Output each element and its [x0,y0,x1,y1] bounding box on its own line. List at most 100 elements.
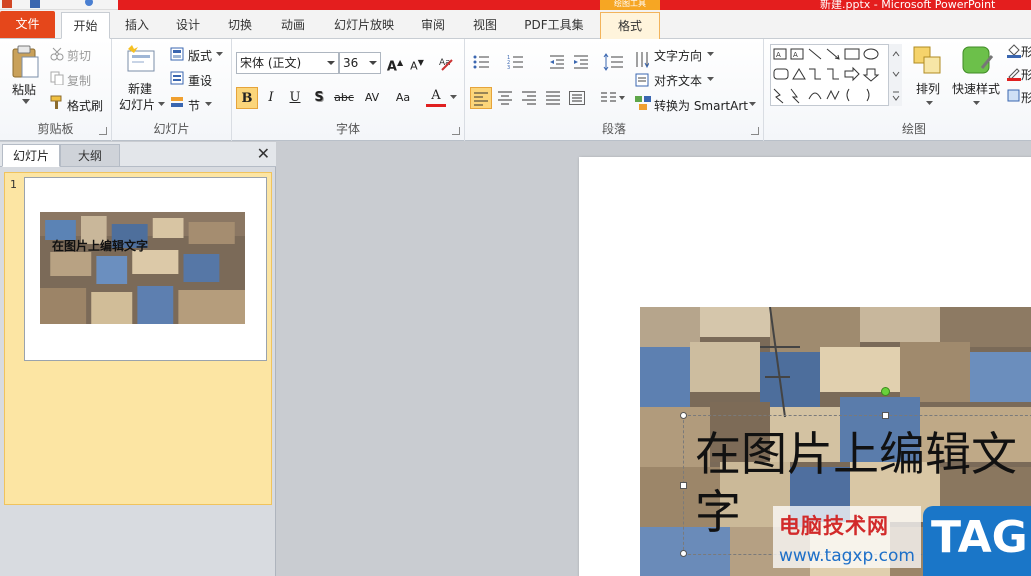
text-direction-button[interactable]: 文字方向 [654,47,702,64]
tab-format[interactable]: 格式 [600,12,660,39]
section-button[interactable]: 节 [188,97,200,114]
columns-icon [601,92,625,102]
new-slide-icon[interactable] [124,45,156,75]
rotate-handle[interactable] [881,387,890,396]
convert-smartart-button[interactable]: 转换为 SmartArt [654,97,748,114]
tab-home[interactable]: 开始 [61,12,110,39]
watermark-tag-text: TAG [931,512,1028,563]
tab-review[interactable]: 审阅 [411,12,455,39]
chevron-down-icon[interactable] [749,102,756,107]
tab-transitions[interactable]: 切换 [218,12,262,39]
align-left-button[interactable] [470,87,492,109]
chevron-down-icon[interactable] [707,52,714,57]
quick-styles-icon[interactable] [962,44,994,78]
tab-slideshow[interactable]: 幻灯片放映 [325,12,403,39]
arrange-icon[interactable] [912,45,946,79]
copy-button[interactable]: 复制 [67,72,91,89]
tab-outline-panel[interactable]: 大纲 [60,144,120,167]
reset-button[interactable]: 重设 [188,72,212,89]
pen-outline-icon [1007,68,1021,81]
font-group-label: 字体 [335,122,360,136]
grow-font-button[interactable]: A▲ [384,52,406,74]
group-drawing: A A 排列 快速样式 形 形 形 绘图 [764,39,1031,141]
justify-button[interactable] [542,87,564,109]
italic-button[interactable]: I [260,87,282,109]
underline-button[interactable]: U [284,87,306,109]
tab-file[interactable]: 文件 [0,11,55,38]
resize-handle-top[interactable] [882,412,889,419]
text-direction-icon[interactable] [635,51,649,69]
align-right-button[interactable] [518,87,540,109]
tab-animations[interactable]: 动画 [271,12,315,39]
chevron-down-icon[interactable] [205,102,212,107]
format-painter-icon [50,95,62,109]
chevron-down-icon[interactable] [926,101,933,106]
shrink-font-button[interactable]: A▼ [406,52,428,74]
resize-handle-top-left[interactable] [680,412,687,419]
clear-formatting-icon[interactable]: Aa [438,54,456,72]
shape-effects-button[interactable]: 形 [1021,89,1031,106]
decrease-indent-icon[interactable] [549,54,565,70]
chevron-down-icon[interactable] [216,52,223,57]
copy-icon [50,71,64,85]
tab-insert[interactable]: 插入 [115,12,159,39]
powerpoint-icon [2,0,12,8]
character-spacing-button[interactable]: AV [359,87,385,109]
cut-button[interactable]: 剪切 [67,47,91,64]
arrange-button[interactable]: 排列 [916,80,940,97]
bullets-icon[interactable] [473,54,491,70]
chevron-down-icon[interactable] [973,101,980,106]
bold-button[interactable]: B [236,87,258,109]
increase-indent-icon[interactable] [573,54,589,70]
resize-handle-left[interactable] [680,482,687,489]
shapes-gallery-scroll[interactable] [888,44,902,106]
shape-fill-button[interactable]: 形 [1021,43,1031,60]
align-text-icon[interactable] [635,73,649,87]
chevron-down-icon[interactable] [707,77,714,82]
clipboard-launcher-icon[interactable] [99,127,107,135]
shapes-gallery[interactable]: A A [770,44,900,106]
slide-thumbnail[interactable]: 在图片上编辑文字 [24,177,267,361]
paste-icon[interactable] [10,45,40,79]
tab-design[interactable]: 设计 [166,12,210,39]
quick-styles-button[interactable]: 快速样式 [952,80,1000,97]
smartart-icon[interactable] [635,96,651,110]
paste-button[interactable]: 粘贴 [12,81,36,98]
close-icon[interactable]: ✕ [257,144,270,163]
change-case-button[interactable]: Aa [390,87,416,109]
chevron-down-icon[interactable] [450,95,457,100]
line-spacing-icon[interactable] [603,53,625,71]
new-slide-label-1[interactable]: 新建 [128,80,152,97]
resize-handle-bottom-left[interactable] [680,550,687,557]
font-color-button[interactable]: A [426,85,446,107]
tab-slides-panel[interactable]: 幻灯片 [2,144,60,167]
chevron-down-icon [327,61,335,65]
strikethrough-button[interactable]: abc [331,87,357,109]
layout-button[interactable]: 版式 [188,47,212,64]
align-left-icon [474,92,488,106]
align-center-button[interactable] [494,87,516,109]
align-center-icon [498,91,512,105]
font-size-combo[interactable]: 36 [339,52,381,74]
new-slide-label-2[interactable]: 幻灯片 [119,96,155,113]
tab-view[interactable]: 视图 [463,12,507,39]
font-launcher-icon[interactable] [452,127,460,135]
quick-access-toolbar[interactable] [0,0,118,10]
distributed-button[interactable] [566,87,588,109]
paragraph-launcher-icon[interactable] [751,127,759,135]
chevron-down-icon[interactable] [22,99,30,105]
slide-thumbnail-selected[interactable]: 1 在图片上编辑文字 [4,172,272,505]
shape-outline-button[interactable]: 形 [1021,66,1031,83]
tab-pdf-tools[interactable]: PDF工具集 [515,12,593,39]
numbering-icon[interactable]: 123 [507,54,525,70]
chevron-down-icon[interactable] [158,102,165,107]
drawing-group-label: 绘图 [901,122,926,136]
watermark-url: www.tagxp.com [779,546,915,566]
font-name-combo[interactable]: 宋体 (正文) [236,52,339,74]
columns-button[interactable] [598,87,628,109]
format-painter-button[interactable]: 格式刷 [67,97,103,114]
align-text-button[interactable]: 对齐文本 [654,72,702,89]
undo-icon[interactable] [84,0,94,8]
shadow-button[interactable]: S [308,87,330,109]
save-icon[interactable] [30,0,40,8]
